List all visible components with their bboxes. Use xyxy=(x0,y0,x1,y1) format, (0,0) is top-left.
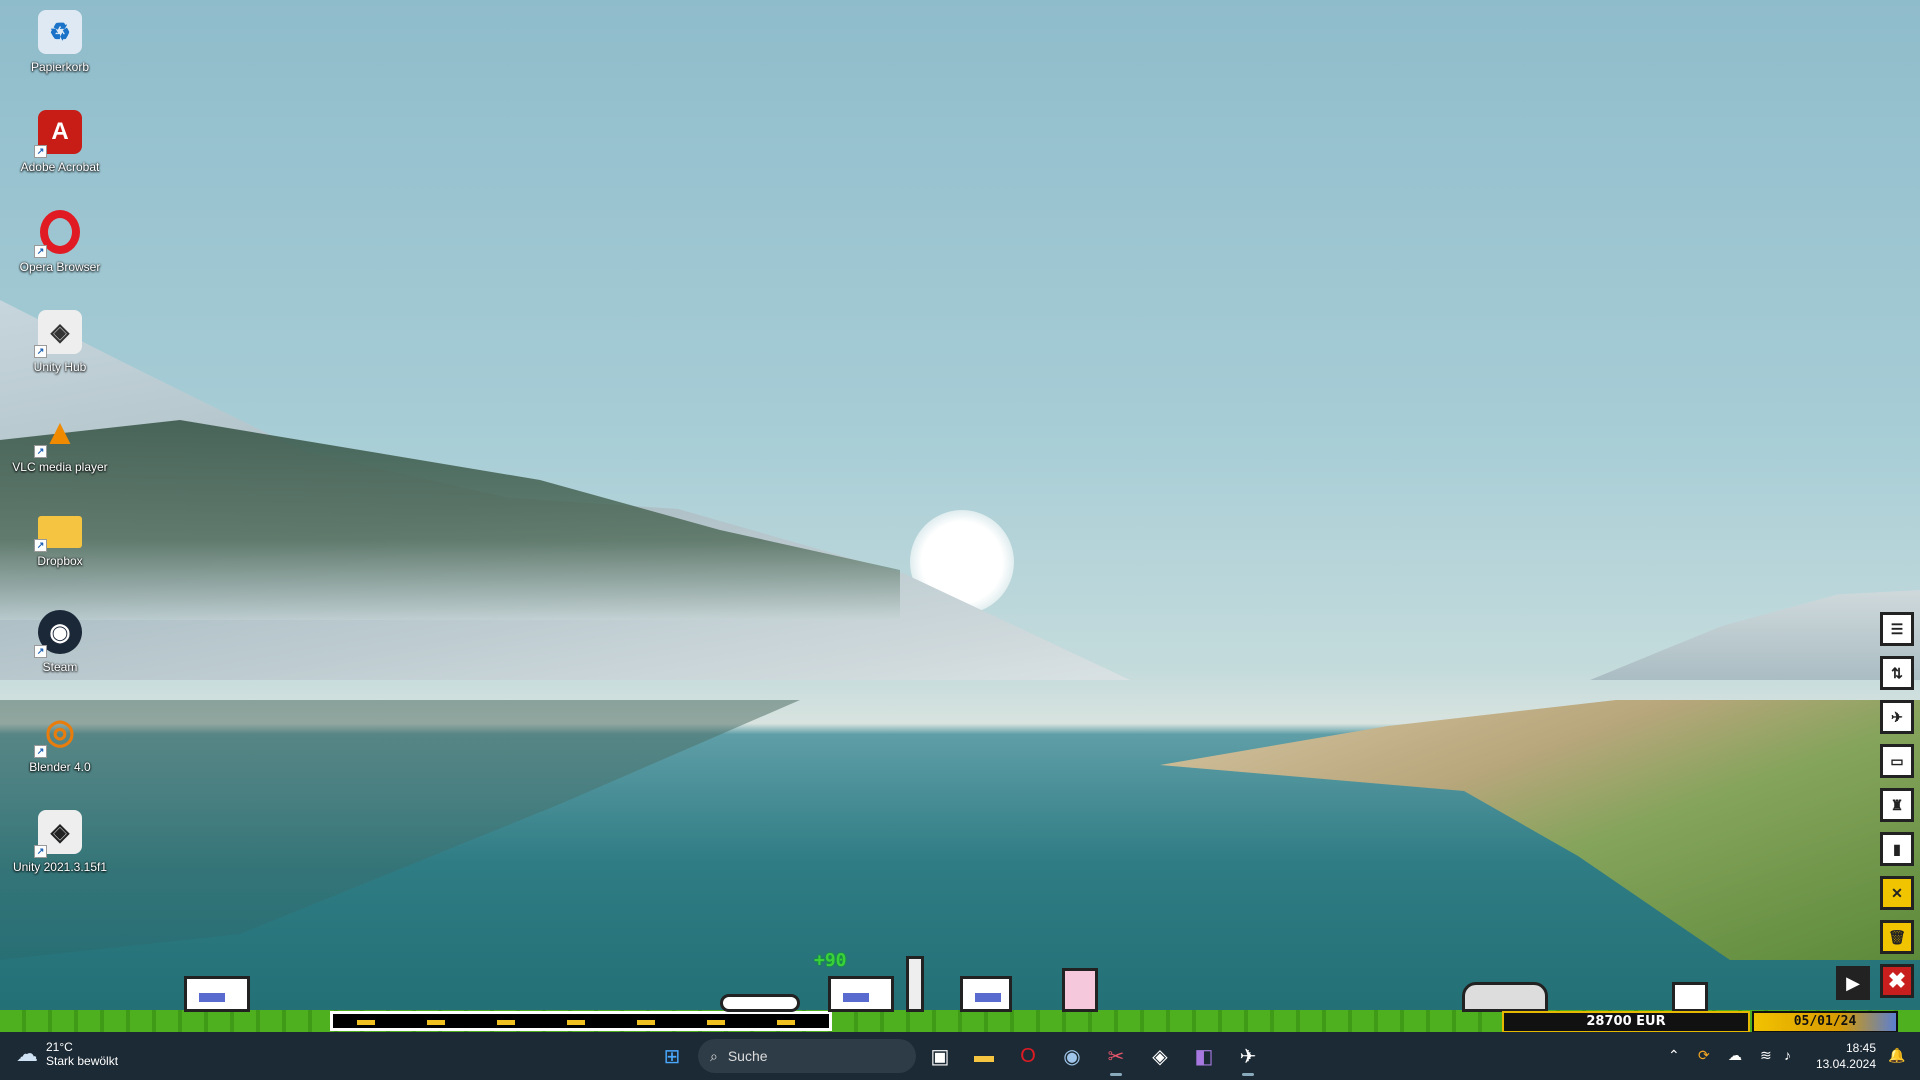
desktop-icon-steam[interactable]: ◉ ↗ Steam xyxy=(8,604,112,704)
desktop-icon-vlc[interactable]: ▲ ↗ VLC media player xyxy=(8,404,112,504)
game-taskbar-button[interactable]: ✈ xyxy=(1232,1040,1264,1076)
search-icon: ⌕ xyxy=(710,1047,718,1064)
cloud-icon: ☁ xyxy=(16,1041,38,1066)
game-date-display: 05/01/24 xyxy=(1752,1011,1898,1033)
terminal-building[interactable] xyxy=(184,976,250,1012)
weather-desc: Stark bewölkt xyxy=(46,1054,119,1068)
weather-widget[interactable]: ☁ 21°C Stark bewölkt xyxy=(16,1040,118,1068)
clock-date: 13.04.2024 xyxy=(1815,1057,1876,1071)
shortcut-arrow-icon: ↗ xyxy=(34,645,47,658)
desktop-icon-label: Steam xyxy=(42,660,78,674)
opera-taskbar-button[interactable]: O xyxy=(1012,1040,1044,1072)
desktop-icon-label: Adobe Acrobat xyxy=(20,160,100,174)
task-view-button[interactable]: ▣ xyxy=(924,1040,956,1072)
desktop-icon-label: Opera Browser xyxy=(19,260,101,274)
recycle-bin-icon: ♻ xyxy=(38,10,82,54)
gate-building[interactable] xyxy=(1062,968,1098,1012)
vlc-icon: ▲ ↗ xyxy=(34,410,82,458)
wifi-icon[interactable]: ≋ xyxy=(1760,1047,1772,1064)
desktop-icon-label: Blender 4.0 xyxy=(29,760,91,774)
clock-time: 18:45 xyxy=(1845,1041,1876,1055)
desktop-icon-dropbox[interactable]: ↗ Dropbox xyxy=(8,504,112,604)
desktop-icon-label: Dropbox xyxy=(37,554,83,568)
file-explorer-button[interactable]: ▬ xyxy=(968,1040,1000,1072)
search-placeholder: Suche xyxy=(727,1048,768,1064)
shortcut-arrow-icon: ↗ xyxy=(34,245,47,258)
desktop-icon-label: Papierkorb xyxy=(30,60,90,74)
shortcut-arrow-icon: ↗ xyxy=(34,145,47,158)
unity-taskbar-button[interactable]: ◈ xyxy=(1144,1040,1176,1072)
steam-icon: ◉ ↗ xyxy=(34,610,82,658)
onedrive-icon[interactable]: ☁ xyxy=(1728,1047,1742,1064)
shortcut-arrow-icon: ↗ xyxy=(34,745,47,758)
bonus-popup: +90 xyxy=(814,950,847,971)
close-game-button[interactable]: ✖ xyxy=(1880,964,1914,998)
steam-taskbar-button[interactable]: ◉ xyxy=(1056,1040,1088,1072)
shortcut-arrow-icon: ↗ xyxy=(34,345,47,358)
water-reflection xyxy=(0,700,800,960)
notification-icon[interactable]: 🔔 xyxy=(1888,1047,1905,1064)
shortcut-arrow-icon: ↗ xyxy=(34,445,47,458)
unity-hub-icon: ◈ ↗ xyxy=(34,310,82,358)
tower-button[interactable]: ♜ xyxy=(1880,788,1914,822)
folder-icon: ↗ xyxy=(34,516,82,552)
sort-button[interactable]: ⇅ xyxy=(1880,656,1914,690)
list-button[interactable]: ☰ xyxy=(1880,612,1914,646)
start-button[interactable]: ⊞ xyxy=(656,1040,688,1072)
desktop-icon-recycle-bin[interactable]: ♻ Papierkorb xyxy=(8,4,112,104)
desktop-icon-opera[interactable]: ↗ Opera Browser xyxy=(8,204,112,304)
expand-button[interactable]: ✕ xyxy=(1880,876,1914,910)
desktop-icon-unity[interactable]: ◈ ↗ Unity 2021.3.15f1 xyxy=(8,804,112,904)
forest xyxy=(0,420,900,620)
opera-icon: ↗ xyxy=(34,210,82,258)
tray-chevron-icon[interactable]: ⌃ xyxy=(1668,1047,1680,1064)
snipping-tool-button[interactable]: ✂ xyxy=(1100,1040,1132,1076)
desktop-icon-blender[interactable]: ◎ ↗ Blender 4.0 xyxy=(8,704,112,804)
unity-icon: ◈ ↗ xyxy=(34,810,82,858)
desktop-icon-label: Unity Hub xyxy=(33,360,87,374)
fast-forward-button[interactable]: ▶ xyxy=(1836,966,1870,1000)
runway xyxy=(330,1011,832,1031)
storage-building[interactable] xyxy=(1672,982,1708,1012)
terminal-building[interactable] xyxy=(960,976,1012,1012)
desktop-icons: ♻ Papierkorb A ↗ Adobe Acrobat ↗ Opera Brows… xyxy=(8,4,112,904)
blender-icon: ◎ ↗ xyxy=(34,710,82,758)
search-box[interactable]: ⌕ Suche xyxy=(698,1039,916,1073)
shortcut-arrow-icon: ↗ xyxy=(34,845,47,858)
desktop-icon-unity-hub[interactable]: ◈ ↗ Unity Hub xyxy=(8,304,112,404)
clock[interactable]: 18:45 13.04.2024 xyxy=(1816,1040,1876,1072)
control-tower[interactable] xyxy=(906,956,924,1012)
grass-shore xyxy=(1160,700,1920,960)
visual-studio-button[interactable]: ◧ xyxy=(1188,1040,1220,1072)
acrobat-icon: A ↗ xyxy=(34,110,82,158)
schedule-button[interactable]: ✈ xyxy=(1880,700,1914,734)
shortcut-arrow-icon: ↗ xyxy=(34,539,47,552)
airplane[interactable] xyxy=(720,994,800,1012)
terminal-building[interactable] xyxy=(828,976,894,1012)
sync-icon[interactable]: ⟳ xyxy=(1698,1047,1710,1064)
desktop-icon-label: Unity 2021.3.15f1 xyxy=(12,860,108,874)
taskbar: ☁ 21°C Stark bewölkt ⊞ ⌕ Suche ▣ ▬ O ◉ ✂ ◈… xyxy=(0,1032,1920,1080)
train-button[interactable]: ▭ xyxy=(1880,744,1914,778)
money-display: 28700 EUR xyxy=(1502,1011,1750,1033)
gate-button[interactable]: ▮ xyxy=(1880,832,1914,866)
desktop-icon-acrobat[interactable]: A ↗ Adobe Acrobat xyxy=(8,104,112,204)
hangar[interactable] xyxy=(1462,982,1548,1012)
weather-temp: 21°C xyxy=(46,1040,73,1054)
volume-icon[interactable]: ♪ xyxy=(1784,1047,1791,1063)
trash-button[interactable]: 🗑 xyxy=(1880,920,1914,954)
desktop-icon-label: VLC media player xyxy=(12,460,108,474)
mountain-right xyxy=(1590,590,1920,680)
